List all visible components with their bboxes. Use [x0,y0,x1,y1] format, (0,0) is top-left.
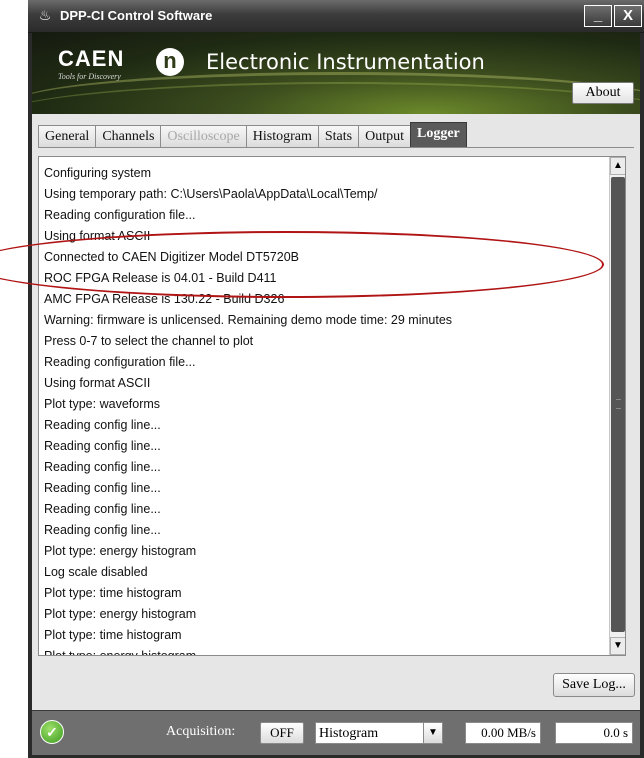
tab-stats[interactable]: Stats [317,125,360,147]
caen-tagline: Tools for Discovery [58,72,121,81]
acquisition-toggle-button[interactable]: OFF [260,722,304,744]
banner-title: Electronic Instrumentation [206,50,485,74]
app-window: ♨ DPP-CI Control Software _ X CAEN Tools… [28,0,644,758]
log-line: Warning: firmware is unlicensed. Remaini… [44,313,453,327]
scroll-up-icon[interactable]: ▲ [610,157,625,175]
main-panel: General Channels Oscilloscope Histogram … [32,114,640,710]
log-line: Using format ASCII [44,229,151,243]
elapsed-time-readout: 0.0 s [555,722,633,744]
plot-mode-select[interactable]: Histogram ▼ [315,722,443,744]
tab-general[interactable]: General [38,125,97,147]
log-line: AMC FPGA Release is 130.22 - Build D326 [44,292,285,306]
log-line: Log scale disabled [44,565,148,579]
log-line: Plot type: time histogram [44,628,182,642]
save-log-button[interactable]: Save Log... [553,673,635,697]
tab-oscilloscope: Oscilloscope [160,125,247,147]
chevron-down-icon[interactable]: ▼ [423,723,442,743]
log-line: Reading configuration file... [44,208,196,222]
tab-divider [38,147,634,148]
header-banner: CAEN Tools for Discovery n Electronic In… [32,32,640,114]
log-line: Press 0-7 to select the channel to plot [44,334,254,348]
data-rate-readout: 0.00 MB/s [465,722,541,744]
log-text-area[interactable]: Configuring system Using temporary path: … [38,156,626,656]
log-line: Plot type: energy histogram [44,607,197,621]
log-line: Using format ASCII [44,376,151,390]
about-button[interactable]: About [572,82,634,104]
status-ok-icon: ✓ [40,720,64,744]
acquisition-label: Acquisition: [166,724,236,739]
tab-output[interactable]: Output [358,125,411,147]
log-line: Plot type: time histogram [44,586,182,600]
plot-mode-value: Histogram [319,726,379,741]
tab-channels[interactable]: Channels [95,125,162,147]
tab-bar: General Channels Oscilloscope Histogram … [38,122,467,148]
grip-icon [616,399,621,409]
log-line: Reading config line... [44,481,161,495]
log-line: Reading config line... [44,418,161,432]
title-bar[interactable]: ♨ DPP-CI Control Software _ X [28,0,644,33]
minimize-button[interactable]: _ [584,5,612,27]
window-title: DPP-CI Control Software [60,8,213,23]
log-line: Reading config line... [44,460,161,474]
status-bar: ✓ Acquisition: OFF Histogram ▼ 0.00 MB/s… [32,710,640,755]
scroll-down-icon[interactable]: ▼ [610,637,625,655]
scroll-thumb[interactable] [611,177,625,632]
log-line: Plot type: energy histogram [44,544,197,558]
caen-logo: CAEN [58,46,125,71]
log-line: Plot type: waveforms [44,397,161,411]
n-logo-icon: n [156,48,184,76]
app-icon: ♨ [38,7,52,23]
log-scrollbar[interactable]: ▲ ▼ [609,157,625,655]
log-line: Reading config line... [44,439,161,453]
log-line: Configuring system [44,166,151,180]
log-line: Reading config line... [44,502,161,516]
log-line: ROC FPGA Release is 04.01 - Build D411 [44,271,277,285]
tab-logger[interactable]: Logger [409,122,467,147]
close-button[interactable]: X [614,5,642,27]
log-line: Connected to CAEN Digitizer Model DT5720… [44,250,299,264]
log-lines: Configuring system Using temporary path: … [44,163,604,656]
log-line: Reading configuration file... [44,355,196,369]
log-line: Using temporary path: C:\Users\Paola\App… [44,187,378,201]
log-line: Plot type: energy histogram [44,649,197,656]
tab-histogram[interactable]: Histogram [245,125,319,147]
log-line: Reading config line... [44,523,161,537]
